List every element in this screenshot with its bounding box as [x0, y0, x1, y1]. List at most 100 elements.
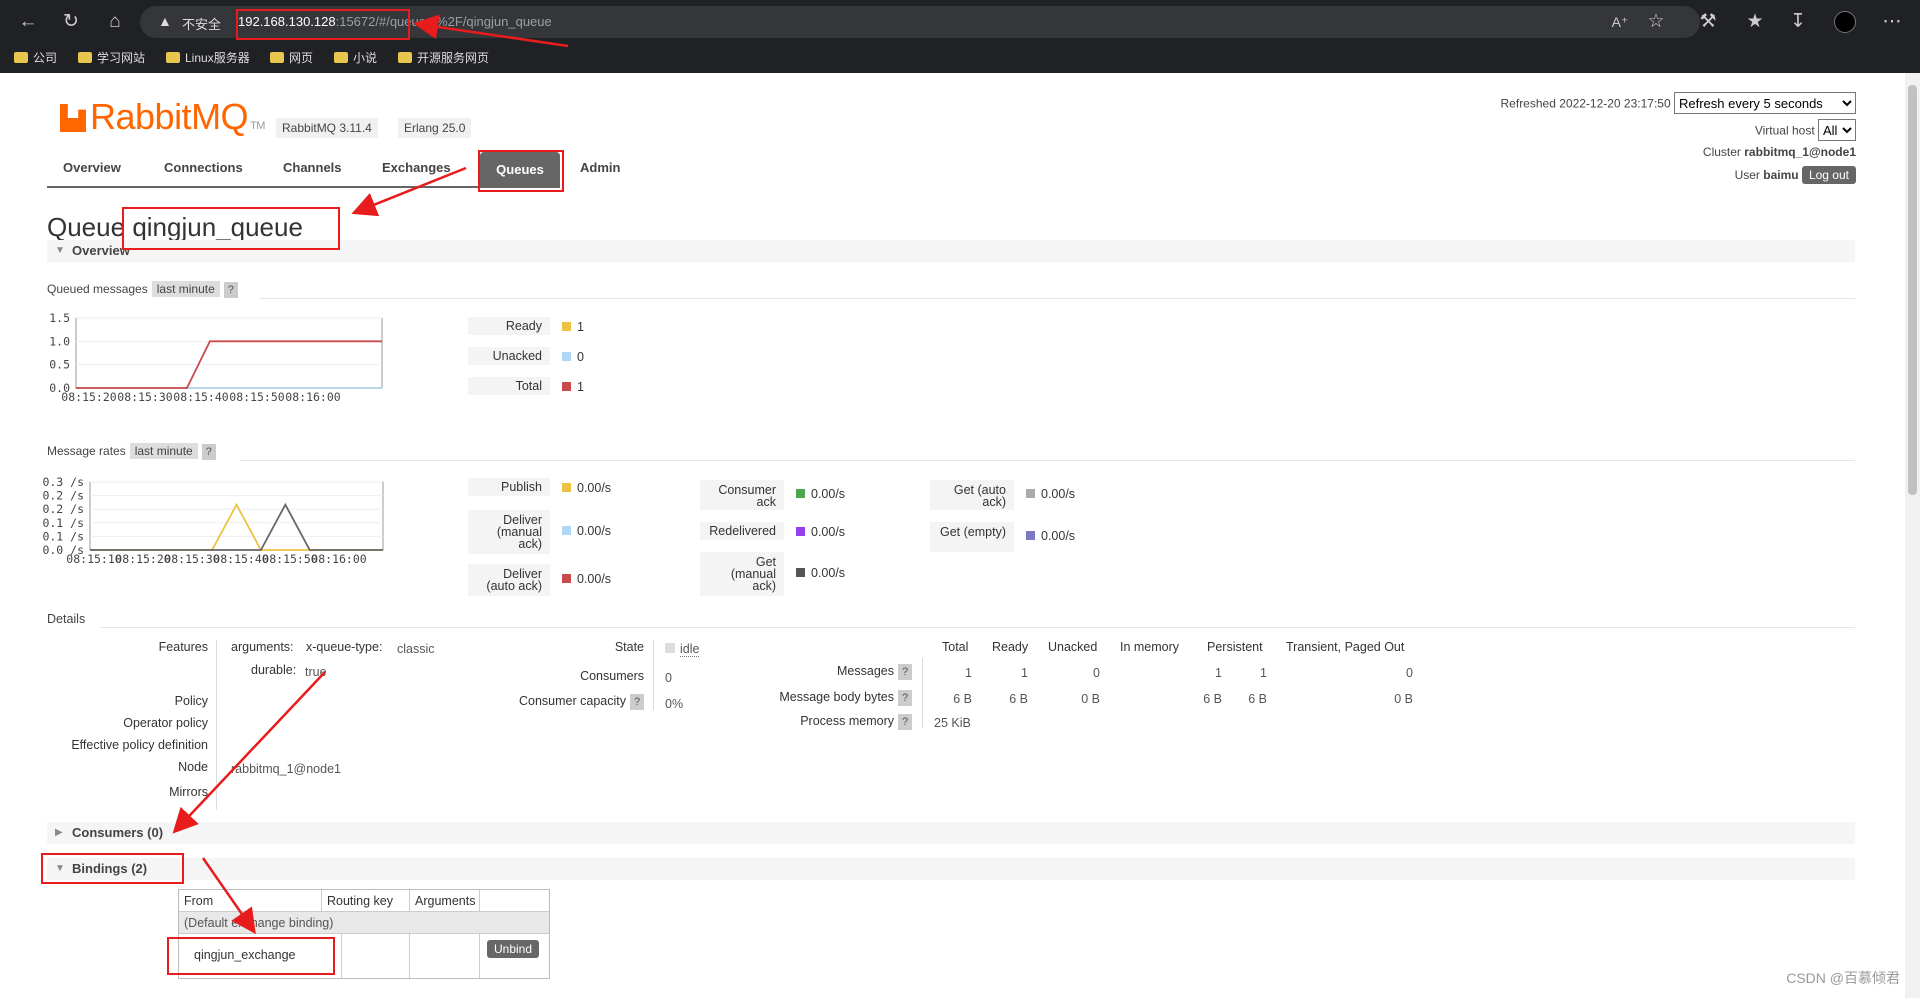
legend-swatch-icon [562, 574, 571, 583]
stats-row-label: Process memory? [800, 714, 912, 730]
folder-icon [78, 52, 92, 63]
stats-cell: 1 [965, 666, 972, 680]
y-tick-label: 0.1 /s [42, 516, 84, 530]
consumer-capacity-value: 0% [665, 697, 684, 711]
logout-button[interactable]: Log out [1801, 166, 1856, 184]
range-chip[interactable]: last minute [129, 443, 198, 459]
stats-cell: 1 [1260, 666, 1267, 680]
features-label: Features [158, 640, 208, 654]
legend-swatch-icon [1026, 531, 1035, 540]
legend-value: 0.00/s [796, 566, 845, 580]
tab-exchanges[interactable]: Exchanges [382, 160, 451, 175]
stats-column-header: Total [942, 640, 969, 654]
bookmark-folder[interactable]: 网页 [270, 49, 313, 66]
favorite-icon[interactable]: ☆ [1642, 8, 1670, 36]
message-rates-chart: 0.3 /s0.2 /s0.2 /s0.1 /s0.1 /s0.0 /s08:1… [42, 475, 384, 566]
x-tick-label: 08:16:00 [311, 552, 366, 566]
vhost-select[interactable]: All [1818, 119, 1856, 141]
column-header-arguments: Arguments [415, 894, 476, 908]
consumer-capacity-label: Consumer capacity? [519, 694, 644, 710]
legend-label: Redelivered [700, 522, 784, 540]
durable-key: durable: [251, 663, 297, 677]
tab-overview[interactable]: Overview [63, 160, 121, 175]
legend-label: Get (auto ack) [930, 480, 1014, 510]
extensions-icon[interactable]: ⚒ [1694, 8, 1722, 36]
collapsed-triangle-icon: ▶ [55, 827, 63, 838]
bookmark-folder[interactable]: 开源服务网页 [398, 49, 489, 66]
stats-cell: 6 B [1203, 692, 1222, 706]
help-icon[interactable]: ? [201, 444, 216, 460]
legend-swatch-icon [796, 489, 805, 498]
reload-icon[interactable]: ↻ [57, 8, 85, 36]
annotation-box [41, 853, 184, 884]
erlang-badge: Erlang 25.0 [398, 118, 472, 138]
stats-column-header: Transient, Paged Out [1286, 640, 1405, 654]
bindings-section-toggle[interactable]: ▼ Bindings (2) [47, 858, 1855, 880]
legend-swatch-icon [562, 382, 571, 391]
user-row: User baimu Log out [1735, 166, 1856, 184]
policy-label: Policy [174, 694, 208, 708]
refreshed-text: Refreshed 2022-12-20 23:17:50 [1500, 96, 1671, 111]
plot-area [89, 481, 384, 551]
refresh-select[interactable]: Refresh every 5 seconds [1674, 92, 1856, 114]
y-tick-label: 0.2 /s [42, 502, 84, 516]
legend-swatch-icon [796, 568, 805, 577]
legend-swatch-icon [562, 526, 571, 535]
tab-channels[interactable]: Channels [283, 160, 342, 175]
queued-messages-chart: 1.51.00.50.008:15:20 08:15:30 08:15:40 08:1… [49, 311, 383, 404]
more-icon[interactable]: ⋯ [1878, 8, 1906, 36]
legend-value: 0.00/s [562, 572, 611, 586]
rabbitmq-logo[interactable]: RabbitMQ TM [60, 96, 265, 138]
read-aloud-icon[interactable]: A⁺ [1606, 8, 1634, 36]
stats-cell: 0 [1406, 666, 1413, 680]
y-tick-label: 0.3 /s [42, 475, 84, 489]
stats-cell: 6 B [1009, 692, 1028, 706]
legend-value: 0 [562, 350, 584, 364]
divider [100, 627, 1855, 628]
help-icon[interactable]: ? [898, 714, 912, 730]
warning-icon: ▲ [158, 13, 172, 29]
bookmark-folder[interactable]: 小说 [334, 49, 377, 66]
folder-icon [166, 52, 180, 63]
legend-swatch-icon [796, 527, 805, 536]
profile-icon[interactable] [1831, 8, 1859, 36]
page-scrollbar[interactable] [1905, 73, 1920, 998]
help-icon[interactable]: ? [898, 664, 912, 680]
state-indicator-icon [665, 643, 675, 653]
bookmark-folder[interactable]: 公司 [14, 49, 57, 66]
stats-cell: 6 B [953, 692, 972, 706]
x-tick-label: 08:15:50 [229, 390, 284, 404]
stats-column-header: In memory [1120, 640, 1180, 654]
bookmark-folder[interactable]: Linux服务器 [166, 49, 250, 66]
column-header-from: From [184, 894, 214, 908]
legend-label: Deliver (manual ack) [468, 510, 550, 554]
back-icon[interactable]: ← [14, 8, 42, 36]
favorites-bar-icon[interactable]: ★ [1741, 8, 1769, 36]
stats-row-label: Messages? [837, 664, 912, 680]
state-value: idle [665, 642, 700, 657]
x-tick-label: 08:15:20 [115, 552, 170, 566]
help-icon[interactable]: ? [223, 282, 238, 298]
legend-swatch-icon [562, 483, 571, 492]
downloads-icon[interactable]: ↧ [1784, 8, 1812, 36]
help-icon[interactable]: ? [630, 694, 644, 710]
tab-connections[interactable]: Connections [164, 160, 243, 175]
tab-admin[interactable]: Admin [580, 160, 620, 175]
range-chip[interactable]: last minute [151, 281, 220, 297]
x-tick-label: 08:15:10 [66, 552, 121, 566]
table-row: (Default exchange binding) [179, 912, 549, 934]
stats-column-header: Unacked [1048, 640, 1098, 654]
legend-swatch-icon [1026, 489, 1035, 498]
help-icon[interactable]: ? [898, 690, 912, 706]
x-tick-label: 08:15:20 [61, 390, 116, 404]
legend-value: 0.00/s [796, 487, 845, 501]
unbind-button[interactable]: Unbind [487, 940, 540, 958]
scrollbar-thumb[interactable] [1908, 85, 1917, 495]
consumers-section-toggle[interactable]: ▶ Consumers (0) [47, 822, 1855, 844]
queue-type: classic [397, 642, 435, 656]
consumers-value: 0 [665, 671, 672, 685]
folder-icon [334, 52, 348, 63]
legend-value: 0.00/s [562, 524, 611, 538]
home-icon[interactable]: ⌂ [101, 8, 129, 36]
bookmark-folder[interactable]: 学习网站 [78, 49, 145, 66]
